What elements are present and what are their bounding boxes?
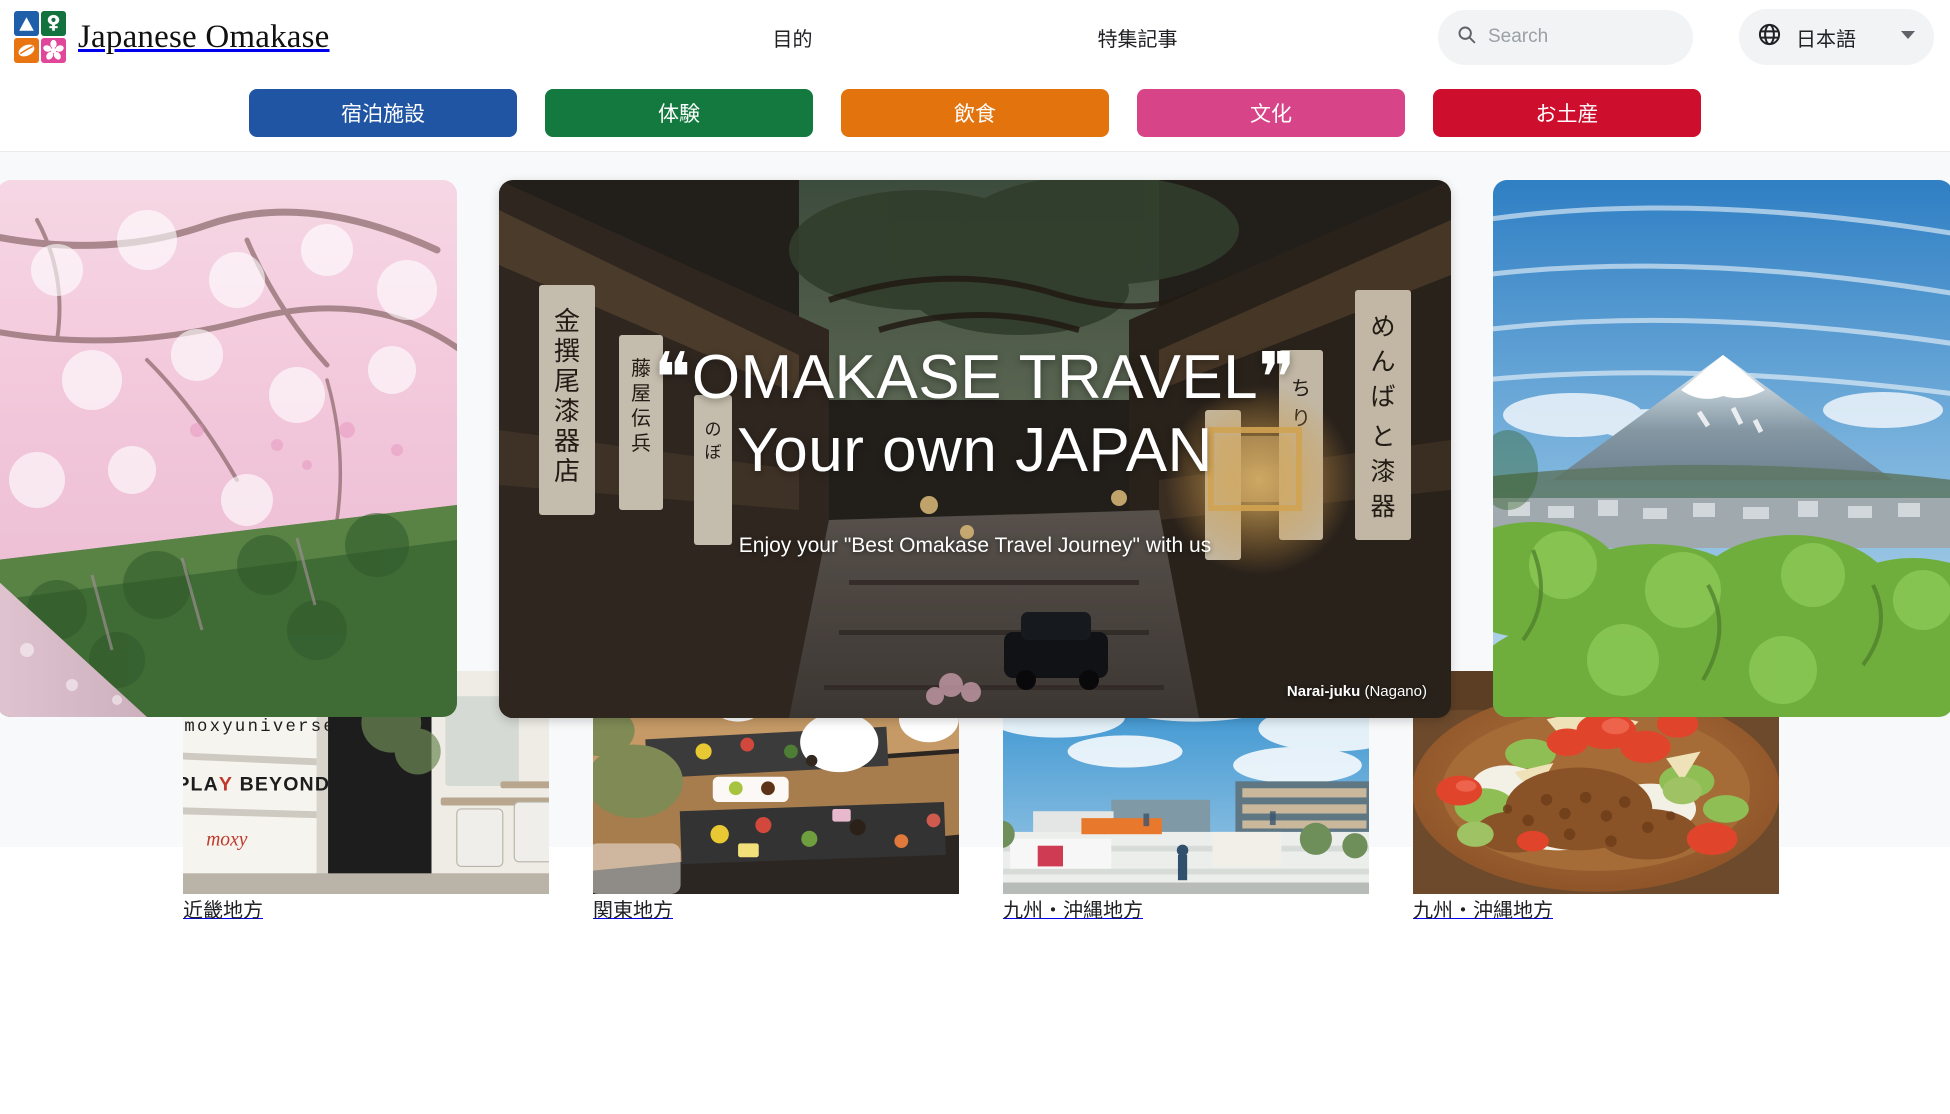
brand-logo-icon xyxy=(14,11,66,63)
sakura-tile-icon xyxy=(41,38,66,63)
torii-tile-icon xyxy=(41,11,66,36)
featured-card-kinki-label: 近畿地方 xyxy=(183,900,263,922)
svg-text:PLAY BEYOND: PLAY BEYOND xyxy=(183,774,330,796)
hero-credit-place: Narai-juku xyxy=(1287,683,1360,700)
language-label: 日本語 xyxy=(1796,23,1856,52)
brand-logo-link[interactable]: Japanese Omakase xyxy=(14,11,330,63)
featured-card-kyushu-okinawa-1-label: 九州・沖縄地方 xyxy=(1003,900,1143,922)
hero-carousel: 金撰尾 漆器店 藤屋 伝兵 のぼ めんば と漆器 ちり xyxy=(0,152,1950,572)
hero-title-line2: Your own JAPAN xyxy=(654,417,1297,485)
chevron-down-icon[interactable] xyxy=(1900,28,1916,46)
hero-credit-region: (Nagano) xyxy=(1364,683,1427,700)
search-icon xyxy=(1456,24,1477,50)
hotspring-tile-icon xyxy=(14,38,39,63)
slide-sakura-canal[interactable] xyxy=(0,180,457,717)
hero-subtitle: Enjoy your "Best Omakase Travel Journey"… xyxy=(739,534,1211,558)
svg-text:moxy: moxy xyxy=(206,830,248,851)
language-selector[interactable]: 日本語 xyxy=(1739,9,1934,65)
hero-title-line1: OMAKASE TRAVEL xyxy=(692,343,1258,412)
hero-quote-open: ❝ xyxy=(654,339,692,417)
globe-icon xyxy=(1757,22,1782,52)
search-input[interactable] xyxy=(1488,26,1675,48)
slide-narai-juku[interactable]: 金撰尾 漆器店 藤屋 伝兵 のぼ めんば と漆器 ちり xyxy=(499,180,1451,718)
slide-mount-fuji[interactable] xyxy=(1493,180,1950,717)
header-actions: 日本語 xyxy=(1438,9,1934,65)
search-box[interactable] xyxy=(1438,10,1693,65)
mountain-tile-icon xyxy=(14,11,39,36)
category-bar: 宿泊施設 体験 飲食 文化 お土産 xyxy=(0,74,1950,152)
category-button-experience[interactable]: 体験 xyxy=(545,89,813,137)
nav-link-features[interactable]: 特集記事 xyxy=(1098,23,1178,52)
category-button-dining[interactable]: 飲食 xyxy=(841,89,1109,137)
featured-card-kyushu-okinawa-2-label: 九州・沖縄地方 xyxy=(1413,900,1553,922)
hero-image-credit: Narai-juku (Nagano) xyxy=(1287,683,1427,700)
site-header: Japanese Omakase 目的 特集記事 日本語 xyxy=(0,0,1950,74)
hero-quote-close: ❞ xyxy=(1258,339,1296,417)
brand-title: Japanese Omakase xyxy=(78,19,330,56)
category-button-culture[interactable]: 文化 xyxy=(1137,89,1405,137)
category-button-lodging[interactable]: 宿泊施設 xyxy=(249,89,517,137)
svg-text:#moxyuniverse: #moxyuniverse xyxy=(183,718,336,737)
category-button-souvenir[interactable]: お土産 xyxy=(1433,89,1701,137)
hero-overlay: ❝OMAKASE TRAVEL❞ Your own JAPAN Enjoy yo… xyxy=(499,180,1451,718)
hero-title: ❝OMAKASE TRAVEL❞ Your own JAPAN xyxy=(654,340,1297,485)
nav-link-purpose[interactable]: 目的 xyxy=(773,23,813,52)
featured-card-kanto-label: 関東地方 xyxy=(593,900,673,922)
